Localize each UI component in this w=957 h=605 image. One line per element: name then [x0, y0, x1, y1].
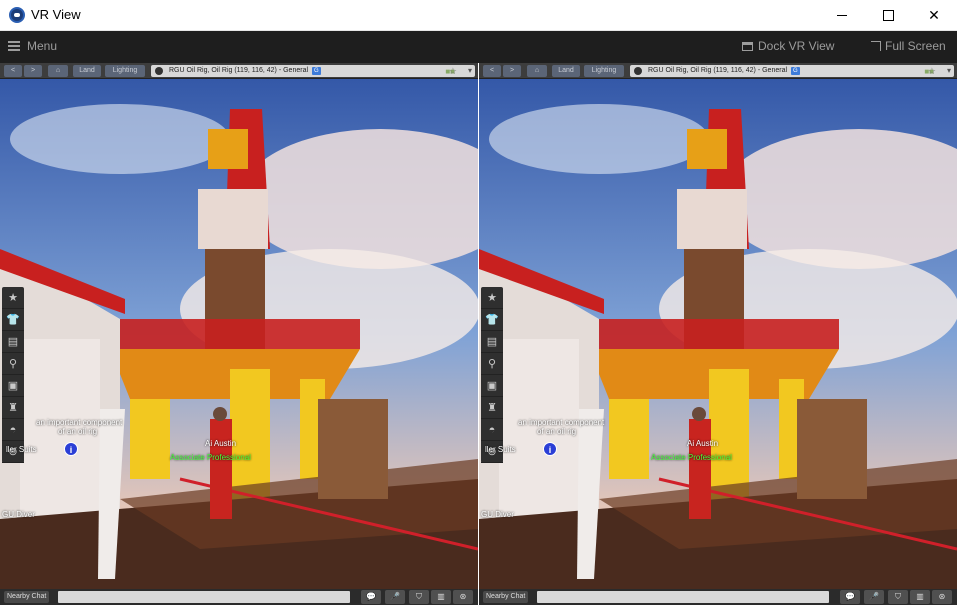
avatar-icon[interactable]: ♜: [481, 397, 503, 419]
world-map-icon[interactable]: ⊛: [932, 590, 952, 604]
bottom-bar: Nearby Chat 💬 🎤 ⛉ ▥ ⊛: [479, 589, 957, 605]
sign-text-line1: an important component: [36, 418, 123, 427]
star-icon[interactable]: ★: [2, 287, 24, 309]
avatar-name-tag: Ai Austin: [687, 439, 719, 448]
sign-text-suits: ller Suits: [6, 445, 37, 454]
minimize-button[interactable]: [819, 0, 865, 31]
home-button[interactable]: ⌂: [527, 65, 547, 77]
left-eye-view[interactable]: < > ⌂ Land Lighting RGU Oil Rig, Oil Rig…: [0, 63, 478, 605]
fullscreen-icon: [871, 41, 881, 51]
info-icon[interactable]: i: [543, 442, 557, 456]
location-text: RGU Oil Rig, Oil Rig (119, 116, 42) - Ge…: [648, 67, 788, 74]
sign-text-line2: of an oil rig: [537, 427, 577, 436]
window-title: VR View: [31, 7, 81, 22]
location-text: RGU Oil Rig, Oil Rig (119, 116, 42) - Ge…: [169, 67, 309, 74]
location-dropdown-icon[interactable]: ▾: [947, 65, 951, 77]
right-eye-view[interactable]: < > ⌂ Land Lighting RGU Oil Rig, Oil Rig…: [479, 63, 957, 605]
location-bar[interactable]: RGU Oil Rig, Oil Rig (119, 116, 42) - Ge…: [630, 65, 954, 77]
vr-app-icon: [9, 7, 25, 23]
map-icon[interactable]: ◓: [2, 419, 24, 441]
hamburger-icon: [8, 41, 20, 51]
search-icon[interactable]: ⚲: [2, 353, 24, 375]
info-icon[interactable]: [155, 67, 163, 75]
viewer-navbar: < > ⌂ Land Lighting RGU Oil Rig, Oil Rig…: [479, 63, 957, 79]
sign-text-line2: of an oil rig: [58, 427, 98, 436]
side-toolbar: ★ 👕 ▤ ⚲ ▣ ♜ ◓ ⊛: [2, 287, 24, 463]
fullscreen-label: Full Screen: [885, 39, 946, 53]
location-dropdown-icon[interactable]: ▾: [468, 65, 472, 77]
snapshot-icon[interactable]: ▣: [2, 375, 24, 397]
chat-input[interactable]: [58, 591, 350, 603]
star-icon[interactable]: ★: [481, 287, 503, 309]
dock-label: Dock VR View: [758, 39, 835, 53]
minimap-icon[interactable]: ▥: [910, 590, 930, 604]
bottom-bar: Nearby Chat 💬 🎤 ⛉ ▥ ⊛: [0, 589, 478, 605]
nearby-chat-button[interactable]: Nearby Chat: [4, 591, 50, 603]
back-button[interactable]: <: [4, 65, 22, 77]
dock-icon: [742, 41, 753, 51]
lighting-button[interactable]: Lighting: [584, 65, 624, 77]
menu-label: Menu: [27, 39, 58, 53]
menu-button[interactable]: Menu: [8, 39, 57, 53]
3d-scene[interactable]: [479, 79, 957, 589]
shirt-icon[interactable]: 👕: [2, 309, 24, 331]
3d-scene[interactable]: [0, 79, 478, 589]
window-titlebar: VR View ✕: [0, 0, 957, 31]
avatar-name-tag: Ai Austin: [205, 439, 237, 448]
sign-text-line1: an important component: [518, 418, 605, 427]
inventory-icon[interactable]: ▤: [481, 331, 503, 353]
maximize-button[interactable]: [865, 0, 911, 31]
close-button[interactable]: ✕: [911, 0, 957, 31]
lighting-button[interactable]: Lighting: [105, 65, 145, 77]
info-icon[interactable]: [634, 67, 642, 75]
land-button[interactable]: Land: [552, 65, 580, 77]
gesture-icon[interactable]: ⛉: [888, 590, 908, 604]
full-screen-button[interactable]: Full Screen: [871, 39, 946, 53]
speech-icon[interactable]: 💬: [840, 590, 860, 604]
shirt-icon[interactable]: 👕: [481, 309, 503, 331]
gesture-icon[interactable]: ⛉: [409, 590, 429, 604]
app-menubar: Menu Dock VR View Full Screen: [0, 31, 957, 63]
map-icon[interactable]: ◓: [481, 419, 503, 441]
location-bar[interactable]: RGU Oil Rig, Oil Rig (119, 116, 42) - Ge…: [151, 65, 475, 77]
voice-icon[interactable]: 🎤: [864, 590, 884, 604]
forward-button[interactable]: >: [24, 65, 42, 77]
home-button[interactable]: ⌂: [48, 65, 68, 77]
maturity-badge: G: [311, 67, 321, 75]
maturity-badge: G: [790, 67, 800, 75]
dock-vr-view-button[interactable]: Dock VR View: [742, 39, 834, 53]
speech-icon[interactable]: 💬: [361, 590, 381, 604]
sign-text-suits: ller Suits: [485, 445, 516, 454]
land-button[interactable]: Land: [73, 65, 101, 77]
world-map-icon[interactable]: ⊛: [453, 590, 473, 604]
avatar-group-title: Associate Professional: [651, 453, 732, 462]
avatar-icon[interactable]: ♜: [2, 397, 24, 419]
side-toolbar: ★ 👕 ▤ ⚲ ▣ ♜ ◓ ⊛: [481, 287, 503, 463]
chat-input[interactable]: [537, 591, 829, 603]
nearby-chat-button[interactable]: Nearby Chat: [483, 591, 529, 603]
info-icon[interactable]: i: [64, 442, 78, 456]
snapshot-icon[interactable]: ▣: [481, 375, 503, 397]
inventory-icon[interactable]: ▤: [2, 331, 24, 353]
sign-text-diver: GU Diver: [481, 510, 514, 519]
avatar-group-title: Associate Professional: [170, 453, 251, 462]
back-button[interactable]: <: [483, 65, 501, 77]
favorite-icon[interactable]: ☆: [449, 65, 457, 77]
sign-text-diver: GU Diver: [2, 510, 35, 519]
favorite-icon[interactable]: ☆: [928, 65, 936, 77]
minimap-icon[interactable]: ▥: [431, 590, 451, 604]
viewer-navbar: < > ⌂ Land Lighting RGU Oil Rig, Oil Rig…: [0, 63, 478, 79]
voice-icon[interactable]: 🎤: [385, 590, 405, 604]
forward-button[interactable]: >: [503, 65, 521, 77]
search-icon[interactable]: ⚲: [481, 353, 503, 375]
